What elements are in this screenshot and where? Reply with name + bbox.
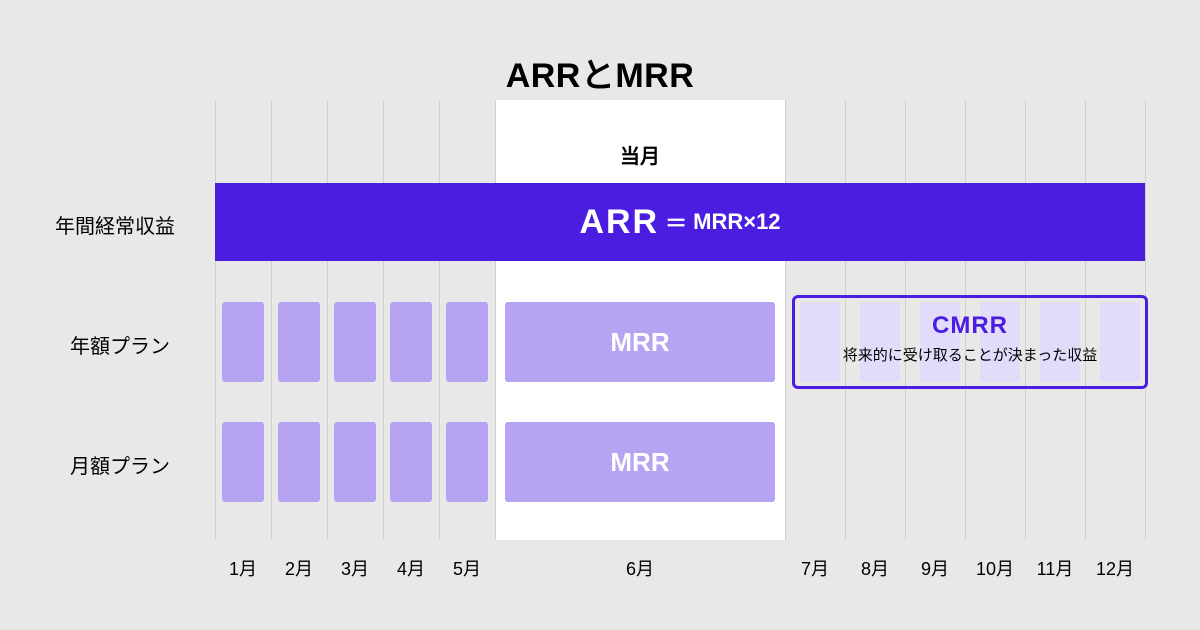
arr-eq-text: ＝ [665, 206, 687, 238]
month-label: 9月 [905, 555, 965, 581]
monthly-block [278, 422, 320, 502]
cmrr-title: CMRR [795, 312, 1145, 340]
month-label: 8月 [845, 555, 905, 581]
annual-block [222, 302, 264, 382]
annual-block [278, 302, 320, 382]
monthly-block [222, 422, 264, 502]
month-label: 1月 [215, 555, 271, 581]
monthly-block [390, 422, 432, 502]
arr-bar: ARR ＝ MRR×12 [215, 183, 1145, 261]
monthly-mrr-current: MRR [505, 422, 775, 502]
arr-formula-text: MRR×12 [693, 209, 780, 235]
diagram-title: ARRとMRR [0, 48, 1200, 97]
month-label: 6月 [495, 555, 785, 581]
row-label-monthly-plan: 月額プラン [70, 450, 170, 479]
month-label: 5月 [439, 555, 495, 581]
annual-block [446, 302, 488, 382]
row-label-arr: 年間経常収益 [55, 210, 175, 239]
month-label: 11月 [1025, 555, 1085, 581]
month-label: 2月 [271, 555, 327, 581]
month-label: 7月 [785, 555, 845, 581]
annual-block [334, 302, 376, 382]
arr-big-text: ARR [579, 203, 659, 242]
current-month-label: 当月 [495, 140, 785, 169]
row-label-annual-plan: 年額プラン [70, 330, 170, 359]
cmrr-subtitle: 将来的に受け取ることが決まった収益 [795, 344, 1145, 365]
cmrr-box: CMRR 将来的に受け取ることが決まった収益 [792, 295, 1148, 389]
month-label: 10月 [965, 555, 1025, 581]
month-label: 4月 [383, 555, 439, 581]
month-label: 12月 [1085, 555, 1145, 581]
month-label: 3月 [327, 555, 383, 581]
monthly-block [334, 422, 376, 502]
annual-block [390, 302, 432, 382]
annual-mrr-current: MRR [505, 302, 775, 382]
monthly-block [446, 422, 488, 502]
